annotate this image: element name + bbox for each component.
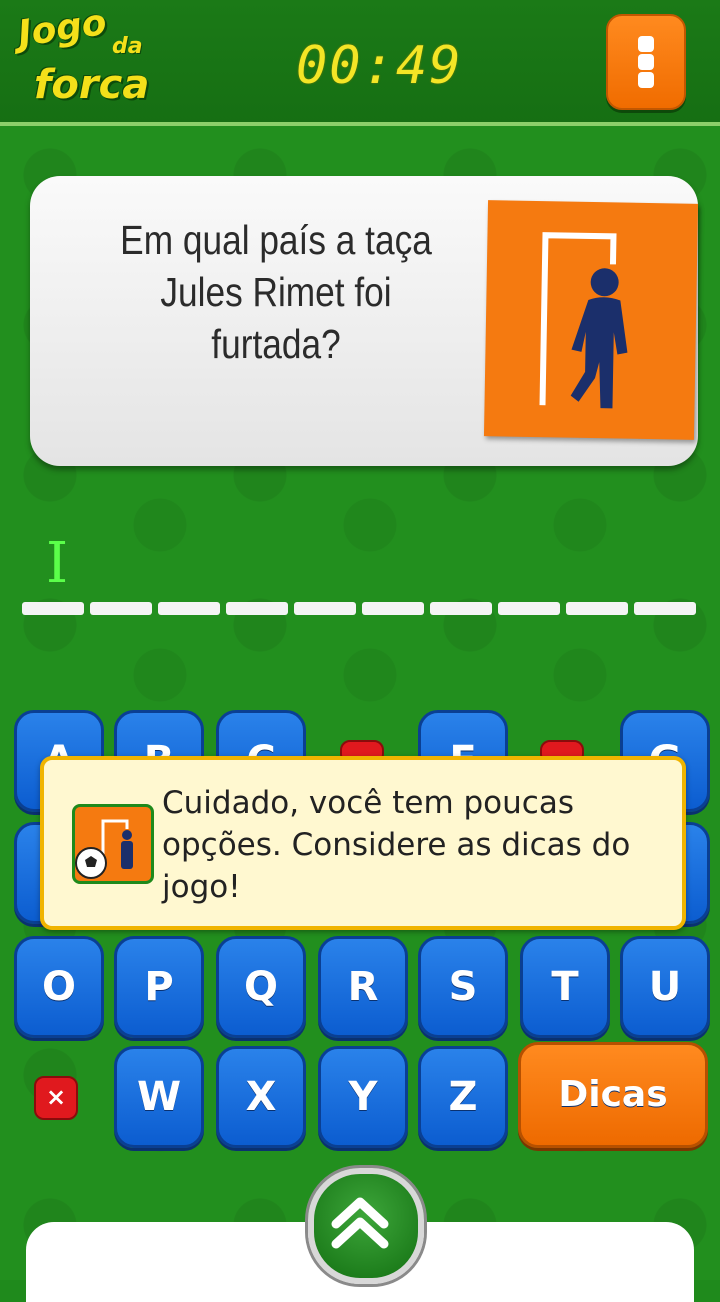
key-o[interactable]: O	[14, 936, 104, 1038]
menu-dot	[638, 54, 654, 70]
word-slots	[22, 602, 698, 618]
toast-message: Cuidado, você tem poucas opções. Conside…	[162, 785, 631, 905]
logo-word-jogo: Jogo	[15, 2, 110, 55]
hangman-gallows-icon	[539, 232, 628, 409]
used-letter-v-badge: ×	[34, 1076, 78, 1120]
revealed-letter: I	[45, 531, 69, 596]
letter-slot	[294, 602, 356, 615]
letter-slot	[362, 602, 424, 615]
letter-slot	[158, 602, 220, 615]
letter-slot	[90, 602, 152, 615]
hints-button[interactable]: Dicas	[518, 1042, 708, 1148]
countdown-timer: 00:49	[296, 36, 463, 96]
toast-hangman-art	[75, 819, 133, 879]
question-card: Em qual país a taça Jules Rimet foi furt…	[30, 176, 699, 466]
game-logo: Jogo da forca	[12, 2, 152, 116]
vertical-dots-icon	[638, 36, 654, 52]
letter-slot	[22, 602, 84, 615]
letter-slot	[430, 602, 492, 615]
key-u[interactable]: U	[620, 936, 710, 1038]
menu-button[interactable]	[606, 14, 686, 110]
menu-dot	[638, 72, 654, 88]
key-t[interactable]: T	[520, 936, 610, 1038]
hangman-image	[483, 200, 699, 440]
header-bar: Jogo da forca 00:49	[0, 0, 720, 126]
key-y[interactable]: Y	[318, 1046, 408, 1148]
key-x[interactable]: X	[216, 1046, 306, 1148]
key-s[interactable]: S	[418, 936, 508, 1038]
question-text: Em qual país a taça Jules Rimet foi furt…	[120, 217, 432, 367]
key-w[interactable]: W	[114, 1046, 204, 1148]
warning-toast: Cuidado, você tem poucas opções. Conside…	[40, 756, 686, 930]
hangman-ball-icon	[72, 804, 154, 884]
letter-slot	[634, 602, 696, 615]
double-chevron-up-icon	[331, 1197, 389, 1249]
key-z[interactable]: Z	[418, 1046, 508, 1148]
logo-word-forca: forca	[34, 62, 150, 108]
letter-slot	[226, 602, 288, 615]
expand-button[interactable]	[308, 1168, 424, 1284]
key-r[interactable]: R	[318, 936, 408, 1038]
letter-slot	[566, 602, 628, 615]
letter-slot	[498, 602, 560, 615]
key-q[interactable]: Q	[216, 936, 306, 1038]
logo-word-da: da	[112, 34, 143, 59]
key-p[interactable]: P	[114, 936, 204, 1038]
